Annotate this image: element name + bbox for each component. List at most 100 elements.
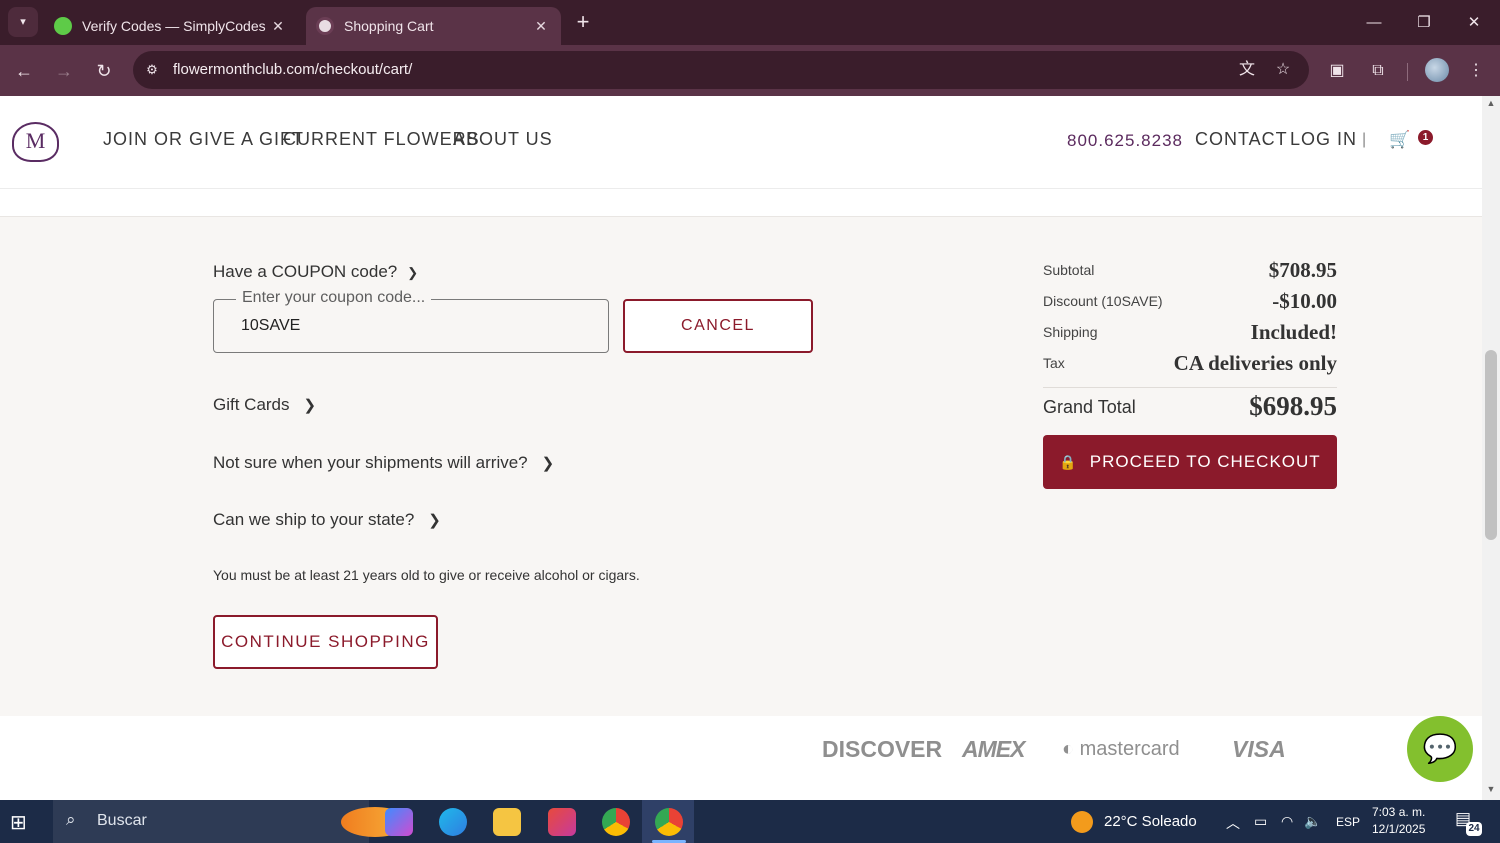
menu-kebab-icon[interactable]: ⋮	[1463, 58, 1489, 84]
discount-label: Discount (10SAVE)	[1043, 293, 1163, 309]
proceed-to-checkout-button[interactable]: 🔒 PROCEED TO CHECKOUT	[1043, 435, 1337, 489]
mastercard-text: mastercard	[1079, 738, 1180, 760]
site-header: M JOIN OR GIVE A GIFT CURRENT FLOWERS AB…	[0, 96, 1482, 189]
cancel-coupon-button[interactable]: CANCEL	[623, 299, 813, 353]
pinned-app-icon[interactable]	[548, 808, 576, 836]
subtotal-value: $708.95	[1268, 258, 1337, 282]
copilot-app-icon[interactable]	[385, 808, 413, 836]
chrome-app-icon[interactable]	[602, 808, 630, 836]
cart-icon[interactable]: 🛒	[1389, 130, 1410, 150]
language-indicator[interactable]: ESP	[1336, 815, 1360, 829]
extension-icon[interactable]: ▣	[1324, 58, 1350, 84]
gift-cards-link[interactable]: Gift Cards ❯	[213, 395, 316, 415]
profile-avatar[interactable]	[1425, 58, 1449, 82]
header-separator: |	[1362, 131, 1367, 148]
search-icon: ⌕	[66, 810, 76, 829]
extensions-puzzle-icon[interactable]: ⧉	[1365, 58, 1391, 84]
tab-close-icon[interactable]: ✕	[529, 18, 553, 35]
weather-text[interactable]: 22°C Soleado	[1104, 813, 1197, 830]
lock-icon: 🔒	[1059, 453, 1078, 470]
reload-icon[interactable]: ↻	[90, 57, 118, 85]
close-window-button[interactable]: ✕	[1451, 10, 1497, 36]
shipping-label: Shipping	[1043, 324, 1098, 340]
tray-device-icon[interactable]: ▭	[1254, 813, 1267, 830]
nav-log-in[interactable]: LOG IN	[1290, 129, 1357, 150]
tab-simplycodes[interactable]: Verify Codes — SimplyCodes ✕	[44, 7, 298, 45]
restore-button[interactable]: ❐	[1401, 10, 1447, 36]
ship-to-state-label: Can we ship to your state?	[213, 510, 415, 529]
continue-shopping-button[interactable]: CONTINUE SHOPPING	[213, 615, 438, 669]
discount-value: -$10.00	[1272, 289, 1337, 313]
summary-divider	[1043, 387, 1337, 388]
coupon-input[interactable]: Enter your coupon code... 10SAVE	[213, 289, 609, 353]
toolbar-divider	[1407, 63, 1408, 81]
tab-title: Shopping Cart	[344, 18, 434, 34]
chrome-profile-app-icon[interactable]	[655, 808, 683, 836]
site-info-icon[interactable]: ⚙	[143, 61, 161, 79]
chat-bubble-icon[interactable]: 💬	[1407, 716, 1473, 782]
new-tab-button[interactable]: +	[571, 10, 595, 34]
clock-time: 7:03 a. m.	[1372, 805, 1426, 819]
scrollbar-thumb[interactable]	[1485, 350, 1497, 540]
shipments-arrival-link[interactable]: Not sure when your shipments will arrive…	[213, 453, 554, 473]
site-logo[interactable]: M	[12, 122, 59, 162]
ship-to-state-link[interactable]: Can we ship to your state? ❯	[213, 510, 441, 530]
edge-app-icon[interactable]	[439, 808, 467, 836]
taskbar-search[interactable]: ⌕ Buscar	[53, 800, 409, 843]
gift-cards-label: Gift Cards	[213, 395, 290, 414]
tax-label: Tax	[1043, 355, 1065, 371]
nav-join-or-give-a-gift[interactable]: JOIN OR GIVE A GIFT	[103, 129, 304, 150]
wifi-icon[interactable]: ◠	[1281, 813, 1293, 830]
address-bar[interactable]: ⚙ flowermonthclub.com/checkout/cart/ 文 ☆	[133, 51, 1309, 89]
bookmark-star-icon[interactable]: ☆	[1273, 60, 1293, 80]
tab-search-icon[interactable]: ▾	[8, 7, 38, 37]
web-page: M JOIN OR GIVE A GIFT CURRENT FLOWERS AB…	[0, 96, 1482, 800]
tab-close-icon[interactable]: ✕	[266, 18, 290, 35]
tab-title: Verify Codes — SimplyCodes	[82, 18, 266, 34]
nav-current-flowers[interactable]: CURRENT FLOWERS	[283, 129, 480, 150]
translate-icon[interactable]: 文	[1237, 60, 1257, 80]
chevron-right-icon: ❯	[303, 397, 317, 414]
volume-icon[interactable]: 🔈	[1304, 813, 1321, 830]
payment-logos: DISCOVER AMEX ◐ mastercard VISA	[0, 716, 1482, 800]
shipping-value: Included!	[1250, 320, 1337, 344]
cart-count-badge: 1	[1418, 130, 1433, 145]
flowermonthclub-favicon-icon	[316, 17, 334, 35]
url-text[interactable]: flowermonthclub.com/checkout/cart/	[173, 61, 412, 78]
tray-chevron-up-icon[interactable]: ︿	[1226, 813, 1240, 833]
system-clock[interactable]: 7:03 a. m. 12/1/2025	[1372, 804, 1425, 838]
scroll-up-icon[interactable]: ▲	[1482, 98, 1500, 112]
forward-icon[interactable]: →	[50, 57, 78, 85]
taskbar-search-text: Buscar	[97, 812, 147, 829]
shipments-arrival-label: Not sure when your shipments will arrive…	[213, 453, 528, 472]
os-taskbar: ⊞ ⌕ Buscar 22°C Soleado ︿ ▭ ◠ 🔈 ESP 7:03…	[0, 800, 1500, 843]
checkout-label: PROCEED TO CHECKOUT	[1089, 452, 1321, 471]
minimize-button[interactable]: —	[1351, 10, 1397, 36]
nav-about-us[interactable]: ABOUT US	[453, 129, 553, 150]
coupon-toggle[interactable]: Have a COUPON code? ❯	[213, 262, 418, 282]
clock-date: 12/1/2025	[1372, 822, 1426, 836]
grand-total-label: Grand Total	[1043, 397, 1136, 417]
mastercard-logo: ◐ mastercard	[1062, 738, 1180, 760]
browser-tabstrip: ▾ Verify Codes — SimplyCodes ✕ Shopping …	[0, 0, 1500, 45]
weather-sun-icon[interactable]	[1071, 811, 1093, 833]
page-scrollbar[interactable]: ▲ ▼	[1482, 96, 1500, 800]
scroll-down-icon[interactable]: ▼	[1482, 784, 1500, 798]
browser-toolbar: ← → ↻ ⚙ flowermonthclub.com/checkout/car…	[0, 45, 1500, 96]
phone-link[interactable]: 800.625.8238	[1067, 131, 1183, 151]
cart-content: Have a COUPON code? ❯ Enter your coupon c…	[0, 216, 1482, 716]
nav-contact[interactable]: CONTACT	[1195, 129, 1288, 150]
tax-value: CA deliveries only	[1173, 351, 1337, 375]
amex-logo: AMEX	[962, 736, 1025, 762]
chevron-right-icon: ❯	[428, 512, 441, 529]
age-notice: You must be at least 21 years old to giv…	[213, 567, 640, 583]
coupon-value[interactable]: 10SAVE	[241, 317, 300, 335]
coupon-placeholder-label: Enter your coupon code...	[236, 289, 432, 307]
visa-logo: VISA	[1232, 736, 1286, 762]
windows-start-icon[interactable]: ⊞	[10, 810, 34, 834]
back-icon[interactable]: ←	[10, 57, 38, 85]
coupon-toggle-label: Have a COUPON code?	[213, 262, 398, 281]
file-explorer-icon[interactable]	[493, 808, 521, 836]
chevron-down-icon: ❯	[407, 265, 419, 280]
tab-shopping-cart[interactable]: Shopping Cart ✕	[306, 7, 561, 45]
